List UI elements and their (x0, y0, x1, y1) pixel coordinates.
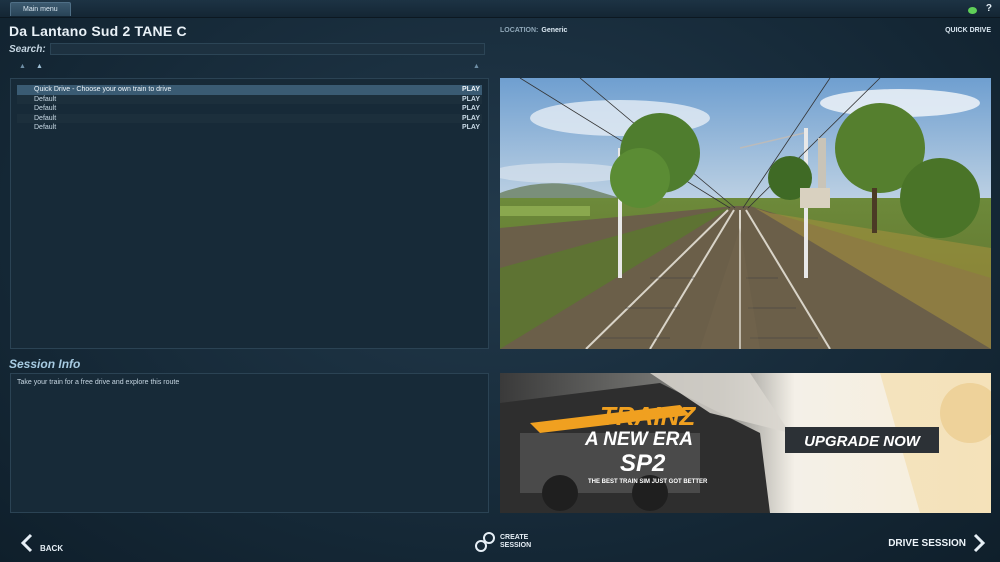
session-row[interactable]: Quick Drive - Choose your own train to d… (17, 85, 482, 95)
play-button[interactable]: PLAY (462, 104, 480, 114)
session-row[interactable]: Default PLAY (17, 104, 482, 114)
session-list: Quick Drive - Choose your own train to d… (10, 78, 489, 349)
banner-edition: SP2 (620, 450, 666, 477)
route-preview-image (500, 78, 991, 349)
create-label-line2: SESSION (500, 542, 532, 549)
top-icons: ? (967, 3, 992, 15)
main-menu-tab[interactable]: Main menu (10, 2, 71, 16)
location-label: LOCATION: (500, 27, 539, 34)
session-row[interactable]: Default PLAY (17, 114, 482, 124)
session-row[interactable]: Default PLAY (17, 95, 482, 105)
upgrade-banner-art: TRAINZ A NEW ERA SP2 THE BEST TRAIN SIM … (500, 373, 991, 513)
session-name: Quick Drive - Choose your own train to d… (34, 86, 172, 93)
search-label: Search: (9, 44, 46, 55)
play-button[interactable]: PLAY (462, 123, 480, 133)
play-button[interactable]: PLAY (462, 95, 480, 105)
sort-action-arrow-icon[interactable]: ▲ (473, 63, 480, 70)
back-button[interactable]: BACK (20, 533, 63, 553)
sort-status-arrow-icon[interactable]: ▲ (19, 63, 26, 70)
mode-label: QUICK DRIVE (945, 27, 991, 34)
session-info-heading: Session Info (9, 357, 81, 371)
session-name: Default (34, 95, 57, 103)
top-bar: Main menu ? (0, 0, 1000, 18)
session-name: Default (34, 124, 57, 131)
location-info: LOCATION: Generic (500, 27, 567, 34)
create-session-label: CREATE SESSION (500, 534, 540, 550)
help-icon[interactable]: ? (986, 3, 992, 15)
sort-name-arrow-icon[interactable]: ▲ (36, 63, 43, 70)
search-input[interactable] (50, 43, 485, 55)
banner-tagline: THE BEST TRAIN SIM JUST GOT BETTER (588, 479, 708, 485)
session-description: Take your train for a free drive and exp… (17, 379, 180, 386)
location-value: Generic (541, 27, 568, 34)
session-row[interactable]: Default PLAY (17, 123, 482, 133)
banner-headline: A NEW ERA (584, 429, 693, 450)
bottom-nav: BACK CREATE SESSION DRIVE SESSION (0, 525, 1000, 562)
drive-session-label: DRIVE SESSION (888, 537, 966, 549)
session-name: Default (34, 114, 57, 122)
drive-session-button[interactable]: DRIVE SESSION (888, 533, 986, 553)
banner-cta[interactable]: UPGRADE NOW (804, 433, 922, 450)
play-button[interactable]: PLAY (462, 85, 480, 95)
play-button[interactable]: PLAY (462, 114, 480, 124)
back-label: BACK (40, 543, 64, 553)
online-status-icon[interactable] (967, 6, 977, 14)
session-info-panel: Take your train for a free drive and exp… (10, 373, 489, 513)
banner-brand: TRAINZ (600, 401, 696, 431)
create-session-icon (475, 532, 495, 552)
create-label-line1: CREATE (500, 534, 529, 541)
chevron-right-icon (973, 533, 986, 553)
session-name: Default (34, 105, 57, 112)
upgrade-banner[interactable]: TRAINZ A NEW ERA SP2 THE BEST TRAIN SIM … (500, 373, 991, 513)
chevron-left-icon (20, 533, 33, 553)
railway-scene (500, 78, 991, 349)
page-title: Da Lantano Sud 2 TANE C (9, 23, 187, 39)
create-session-button[interactable]: CREATE SESSION (474, 531, 540, 553)
